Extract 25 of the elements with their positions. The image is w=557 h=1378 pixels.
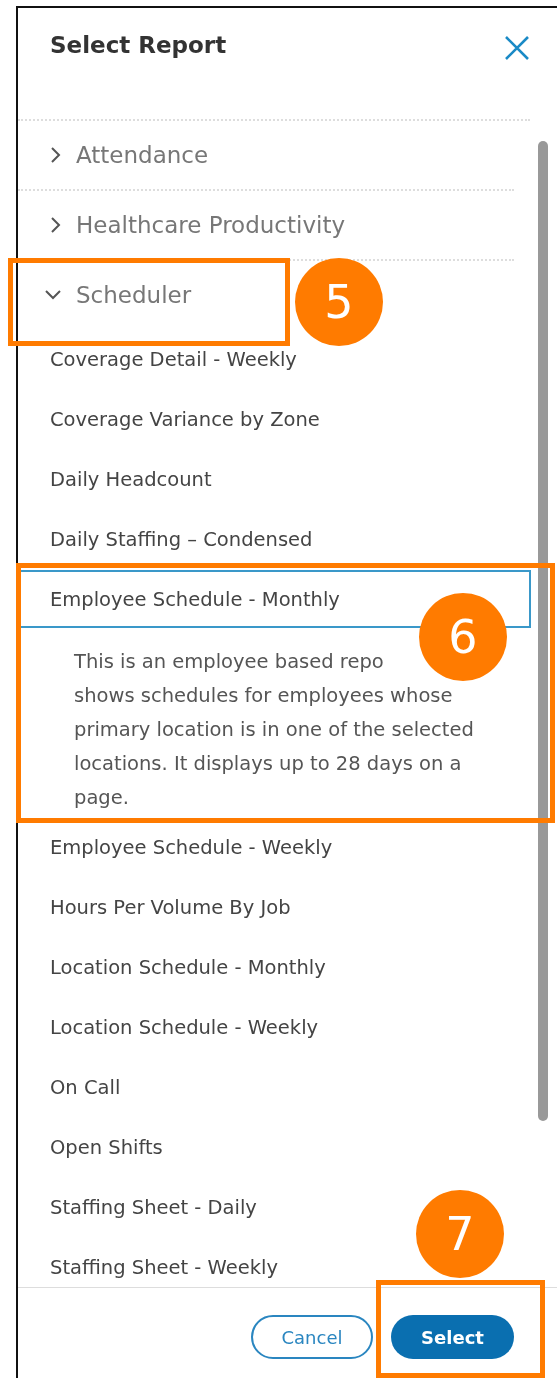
report-item[interactable]: Employee Schedule - Monthly (50, 579, 340, 619)
dialog-title: Select Report (50, 32, 227, 58)
report-item[interactable]: Coverage Variance by Zone (50, 399, 320, 439)
report-item[interactable]: Daily Staffing – Condensed (50, 519, 313, 559)
report-item[interactable]: Staffing Sheet - Weekly (50, 1247, 278, 1287)
scrollbar-thumb[interactable] (538, 141, 548, 1121)
report-item[interactable]: Open Shifts (50, 1127, 163, 1167)
chevron-right-icon (50, 146, 62, 164)
chevron-down-icon (44, 289, 62, 301)
close-icon[interactable] (504, 35, 530, 61)
report-item[interactable]: Hours Per Volume By Job (50, 887, 291, 927)
chevron-right-icon (50, 216, 62, 234)
report-description: This is an employee based repo (74, 649, 384, 675)
select-button[interactable]: Select (391, 1315, 514, 1359)
report-item[interactable]: Staffing Sheet - Daily (50, 1187, 257, 1227)
category-header[interactable]: Scheduler (18, 261, 200, 329)
report-description: shows schedules for employees whose primary location is in one of the selected locations. It displays up to 28 days on a page. (74, 683, 475, 811)
report-item[interactable]: Coverage Detail - Weekly (50, 339, 297, 379)
report-item[interactable]: On Call (50, 1067, 121, 1107)
category-header[interactable]: Attendance (18, 121, 514, 191)
cancel-button[interactable]: Cancel (251, 1315, 373, 1359)
report-item[interactable]: Daily Headcount (50, 459, 212, 499)
report-item[interactable]: Employee Schedule - Weekly (50, 827, 333, 867)
report-item[interactable]: Location Schedule - Weekly (50, 1007, 319, 1047)
report-item[interactable]: Location Schedule - Monthly (50, 947, 326, 987)
